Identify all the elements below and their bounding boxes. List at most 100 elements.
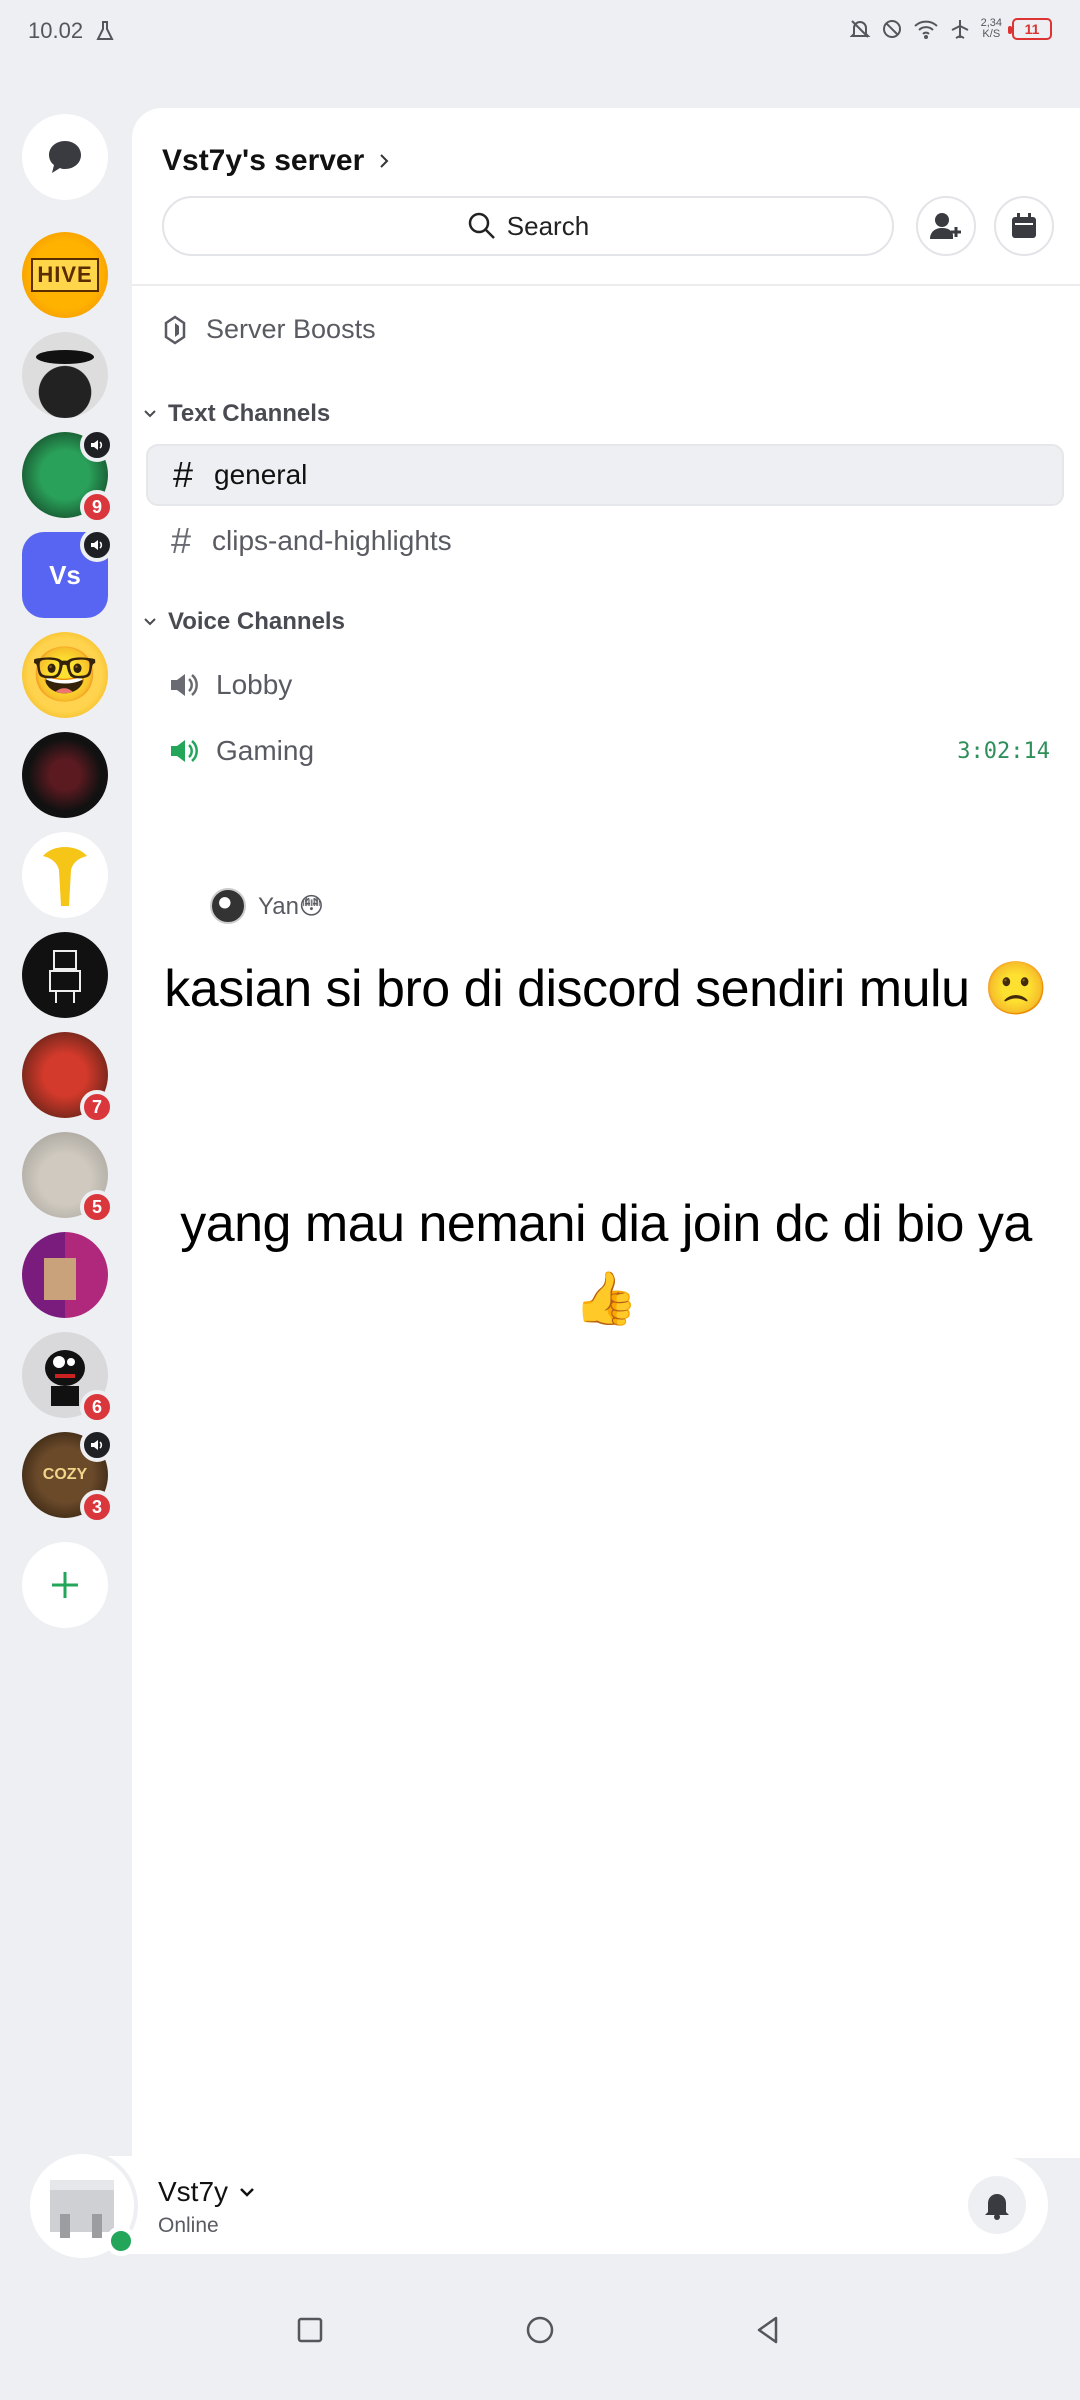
bell-icon: [985, 2194, 1009, 2220]
user-status: Online: [158, 2214, 219, 2237]
mention-badge: 3: [80, 1490, 114, 1524]
server-vs[interactable]: Vs: [22, 528, 114, 618]
hash-icon: #: [172, 454, 194, 495]
caption-line-2: yang mau nemani dia join dc di bio ya: [180, 1195, 1032, 1253]
server-black-creature[interactable]: 6: [22, 1332, 114, 1424]
voice-user-row[interactable]: Yan😳: [210, 888, 324, 924]
yellow-figure-icon: [43, 847, 87, 906]
cozy-logo: COZY: [42, 1466, 88, 1483]
pixel-face: [44, 1258, 76, 1300]
text-category-label: Text Channels: [168, 400, 331, 427]
server-name: Vst7y's server: [162, 144, 365, 177]
channel-label: clips-and-highlights: [212, 525, 452, 556]
server-dog[interactable]: 5: [22, 1132, 114, 1224]
avatar: [210, 888, 246, 924]
triangle-back-icon: [757, 2316, 778, 2344]
server-dark-hat[interactable]: [22, 332, 108, 418]
status-bar: 10.02 2,34 K/S 11: [0, 0, 1080, 64]
sketch-robot-icon: [49, 950, 81, 1003]
voice-timer: 3:02:14: [957, 738, 1050, 764]
voice-channel-gaming[interactable]: Gaming 3:02:14: [146, 720, 1064, 782]
mention-badge: 5: [80, 1190, 114, 1224]
events-button[interactable]: [994, 196, 1054, 256]
header-divider: [132, 284, 1080, 286]
user-bar: Vst7y Online: [26, 2150, 1048, 2262]
chevron-down-icon: [240, 2188, 254, 2197]
server-boosts-label: Server Boosts: [206, 314, 376, 344]
circle-icon: [526, 2316, 554, 2344]
chevron-down-icon: [144, 618, 156, 626]
square-icon: [297, 2317, 323, 2343]
speaker-active-icon: [171, 740, 198, 762]
battery-indicator: 11: [1008, 18, 1052, 40]
server-green-creeper[interactable]: 9: [22, 428, 114, 524]
chevron-down-icon: [144, 410, 156, 418]
channel-panel: Vst7y's server Search Server Boosts Text…: [132, 108, 1080, 2158]
user-name-row[interactable]: Vst7y: [158, 2176, 256, 2208]
text-channels-category[interactable]: Text Channels: [142, 400, 330, 428]
mention-badge: 9: [80, 490, 114, 524]
chat-bubble-icon: [49, 141, 81, 173]
user-name: Vst7y: [158, 2176, 229, 2207]
back-button[interactable]: [748, 2310, 788, 2350]
voice-user-name: Yan😳: [258, 892, 324, 920]
calendar-icon: [1012, 213, 1036, 238]
network-speed: 2,34 K/S: [981, 18, 1002, 40]
search-button[interactable]: Search: [162, 196, 894, 256]
add-server-button[interactable]: [22, 1542, 108, 1628]
chevron-right-icon: [380, 154, 389, 168]
speed-unit: K/S: [982, 28, 1001, 40]
online-status-dot: [106, 2226, 136, 2256]
caption-line-3: 👍: [573, 1270, 639, 1328]
do-not-disturb-icon: [882, 20, 901, 38]
hive-logo: HIVE: [31, 258, 99, 292]
server-cozy[interactable]: COZY 3: [22, 1428, 114, 1524]
invite-members-button[interactable]: [916, 196, 976, 256]
system-nav-bar: [0, 2290, 1080, 2370]
recent-apps-button[interactable]: [290, 2310, 330, 2350]
server-boosts-row[interactable]: Server Boosts: [164, 314, 376, 345]
voice-active-icon: [80, 428, 114, 462]
boost-gem-icon: [164, 314, 186, 345]
mention-badge: 7: [80, 1090, 114, 1124]
server-yellow-figure[interactable]: [22, 832, 108, 918]
wifi-icon: [913, 20, 938, 39]
channel-label: Lobby: [216, 669, 293, 700]
status-time: 10.02: [28, 18, 84, 43]
flask-icon: [96, 21, 114, 40]
direct-messages-button[interactable]: [22, 114, 108, 200]
channel-clips-and-highlights[interactable]: # clips-and-highlights: [146, 510, 1064, 572]
server-pixel-purple[interactable]: [22, 1232, 108, 1318]
voice-active-icon: [80, 528, 114, 562]
server-hive[interactable]: HIVE: [22, 232, 108, 318]
caption-line-1: kasian si bro di discord sendiri mulu 🙁: [164, 960, 1048, 1018]
channel-label: Gaming: [216, 735, 315, 766]
server-vs-label: Vs: [49, 559, 81, 590]
hat-shape: [36, 350, 94, 364]
home-button[interactable]: [520, 2310, 560, 2350]
server-dark-crowd[interactable]: [22, 732, 108, 818]
plus-icon: [52, 1572, 78, 1598]
voice-channel-lobby[interactable]: Lobby: [146, 654, 1064, 716]
channel-general[interactable]: # general: [146, 444, 1064, 506]
server-red-character[interactable]: 7: [22, 1032, 114, 1124]
nerd-face-icon: 🤓: [31, 644, 99, 705]
voice-category-label: Voice Channels: [168, 608, 345, 635]
speaker-icon: [171, 674, 198, 696]
voice-active-icon: [80, 1428, 114, 1462]
server-title[interactable]: Vst7y's server: [162, 144, 390, 178]
mention-badge: 6: [80, 1390, 114, 1424]
add-user-icon: [930, 213, 961, 239]
channel-label: general: [214, 459, 308, 490]
status-icons: 2,34 K/S 11: [849, 18, 1052, 40]
notifications-button[interactable]: [968, 2176, 1026, 2234]
mute-bell-icon: [849, 20, 870, 38]
voice-channels-category[interactable]: Voice Channels: [142, 608, 345, 636]
server-nerd-emoji[interactable]: 🤓: [22, 632, 108, 718]
search-label: Search: [506, 210, 590, 241]
airplane-icon: [951, 20, 969, 39]
battery-level: 11: [1024, 21, 1040, 37]
search-icon: [468, 212, 495, 239]
server-sketch-robot[interactable]: [22, 932, 108, 1018]
hash-icon: #: [170, 520, 192, 561]
